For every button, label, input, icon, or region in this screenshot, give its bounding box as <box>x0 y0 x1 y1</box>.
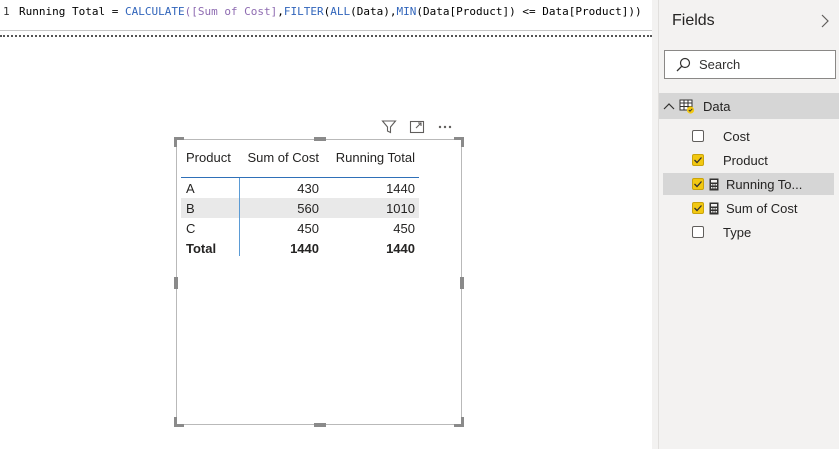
resize-handle[interactable] <box>460 277 464 289</box>
formula-token: ([Sum of Cost] <box>184 5 278 18</box>
field-item[interactable]: Running To... <box>663 173 834 195</box>
fields-pane: Fields Data Cost Product Running To... Sum … <box>658 0 839 449</box>
table-header: Product Sum of Cost Running Total <box>181 145 419 169</box>
more-options-icon[interactable] <box>436 119 454 135</box>
field-label: Product <box>723 152 768 168</box>
formula-token: (Data[Product]) <= Data[Product])) <box>416 5 642 18</box>
field-checkbox[interactable] <box>692 154 704 166</box>
field-checkbox[interactable] <box>692 226 704 238</box>
focus-mode-icon[interactable] <box>408 119 426 135</box>
table-visual[interactable]: Product Sum of Cost Running Total A 430 … <box>174 137 464 427</box>
field-checkbox[interactable] <box>692 178 704 190</box>
formula-line-number: 1 <box>3 5 10 18</box>
chevron-right-icon[interactable] <box>819 13 831 34</box>
cell-sum-of-cost: 430 <box>297 180 319 196</box>
fields-pane-title: Fields <box>672 12 715 29</box>
cell-product: A <box>186 180 195 196</box>
field-item[interactable]: Product <box>663 149 834 171</box>
formula-token: FILTER <box>283 5 324 18</box>
total-label: Total <box>186 240 217 256</box>
total-row[interactable]: Total 1440 1440 <box>181 238 419 258</box>
resize-handle[interactable] <box>454 417 464 427</box>
calculator-icon <box>709 177 721 191</box>
resize-handle[interactable] <box>314 423 326 427</box>
table-name: Data <box>703 98 731 114</box>
total-sum-of-cost: 1440 <box>290 240 319 256</box>
table-row[interactable]: C 450 450 <box>181 218 419 238</box>
cell-running-total: 1010 <box>386 200 415 216</box>
cell-product: B <box>186 200 195 216</box>
formula-code[interactable]: Running Total = CALCULATE([Sum of Cost],… <box>19 0 642 24</box>
cell-running-total: 1440 <box>386 180 415 196</box>
table-icon <box>679 98 695 114</box>
table-node-data[interactable]: Data <box>659 93 839 119</box>
resize-handle[interactable] <box>314 137 326 141</box>
field-label: Type <box>723 224 752 240</box>
field-label: Cost <box>723 128 750 144</box>
column-resize-divider[interactable] <box>239 178 240 256</box>
resize-handle[interactable] <box>174 417 184 427</box>
formula-token: MIN <box>396 5 417 18</box>
field-label: Sum of Cost <box>726 200 798 216</box>
visual-header <box>380 118 454 136</box>
formula-bar[interactable]: 1 Running Total = CALCULATE([Sum of Cost… <box>0 0 652 31</box>
search-box[interactable] <box>664 50 836 79</box>
filter-icon[interactable] <box>380 119 398 135</box>
calculator-icon <box>709 201 721 215</box>
field-item[interactable]: Sum of Cost <box>663 197 834 219</box>
formula-token: Running Total = <box>19 5 125 18</box>
column-header-sum-of-cost[interactable]: Sum of Cost <box>239 150 321 165</box>
cell-sum-of-cost: 560 <box>297 200 319 216</box>
field-label: Running To... <box>726 176 803 192</box>
resize-handle[interactable] <box>454 137 464 147</box>
column-header-product[interactable]: Product <box>181 150 239 165</box>
data-table: Product Sum of Cost Running Total A 430 … <box>181 145 419 258</box>
search-icon <box>675 57 691 73</box>
formula-token: , <box>277 5 284 18</box>
cell-running-total: 450 <box>393 220 415 236</box>
resize-handle[interactable] <box>174 277 178 289</box>
field-checkbox[interactable] <box>692 202 704 214</box>
formula-token: (Data), <box>350 5 397 18</box>
field-checkbox[interactable] <box>692 130 704 142</box>
table-row[interactable]: B 560 1010 <box>181 198 419 218</box>
cell-product: C <box>186 220 196 236</box>
field-item[interactable]: Cost <box>663 125 834 147</box>
chevron-up-icon[interactable] <box>662 99 676 113</box>
cell-sum-of-cost: 450 <box>297 220 319 236</box>
column-header-running-total[interactable]: Running Total <box>321 150 419 165</box>
search-input[interactable] <box>699 57 829 72</box>
field-item[interactable]: Type <box>663 221 834 243</box>
formula-token: ALL <box>330 5 351 18</box>
formula-token: CALCULATE <box>124 5 185 18</box>
total-running-total: 1440 <box>386 240 415 256</box>
table-row[interactable]: A 430 1440 <box>181 178 419 198</box>
